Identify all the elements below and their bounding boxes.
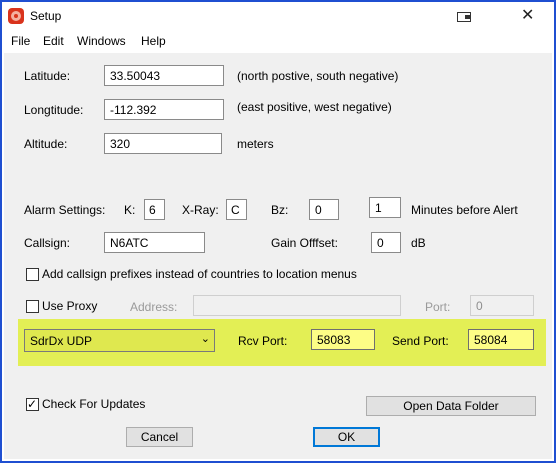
setup-window: Setup ✕ File Edit Windows Help Latitude:… bbox=[0, 0, 556, 463]
gain-offset-field[interactable]: 0 bbox=[371, 232, 401, 253]
open-data-folder-button[interactable]: Open Data Folder bbox=[366, 396, 536, 416]
menu-file[interactable]: File bbox=[11, 34, 30, 48]
alarm-settings-label: Alarm Settings: bbox=[24, 203, 106, 217]
menu-edit[interactable]: Edit bbox=[43, 34, 64, 48]
udp-mode-select[interactable]: SdrDx UDP ⌄ bbox=[24, 329, 215, 352]
gain-unit: dB bbox=[411, 236, 426, 250]
menu-bar: File Edit Windows Help bbox=[2, 31, 554, 51]
menu-windows[interactable]: Windows bbox=[77, 34, 126, 48]
xray-field[interactable]: C bbox=[226, 199, 247, 220]
latitude-label: Latitude: bbox=[24, 69, 71, 83]
rcv-port-field[interactable]: 58083 bbox=[311, 329, 375, 350]
altitude-label: Altitude: bbox=[24, 137, 68, 151]
check-updates-label[interactable]: Check For Updates bbox=[42, 397, 145, 411]
address-field[interactable] bbox=[193, 295, 401, 316]
altitude-unit: meters bbox=[237, 137, 274, 151]
minutes-field[interactable]: 1 bbox=[369, 197, 401, 218]
gain-offset-label: Gain Offfset: bbox=[271, 236, 338, 250]
latitude-field[interactable]: 33.50043 bbox=[104, 65, 224, 86]
restore-icon[interactable] bbox=[457, 12, 471, 22]
menu-help[interactable]: Help bbox=[141, 34, 166, 48]
longitude-field[interactable]: -112.392 bbox=[104, 99, 224, 120]
send-port-label: Send Port: bbox=[392, 334, 449, 348]
app-icon bbox=[8, 8, 24, 24]
chevron-down-icon: ⌄ bbox=[200, 333, 210, 345]
rcv-port-label: Rcv Port: bbox=[238, 334, 288, 348]
checkmark-icon: ✓ bbox=[27, 397, 38, 411]
ok-button[interactable]: OK bbox=[313, 427, 380, 447]
udp-mode-value: SdrDx UDP bbox=[30, 334, 93, 348]
address-label: Address: bbox=[130, 300, 178, 314]
use-proxy-label[interactable]: Use Proxy bbox=[42, 299, 97, 313]
callsign-label: Callsign: bbox=[24, 236, 71, 250]
use-proxy-checkbox[interactable] bbox=[26, 300, 39, 313]
altitude-field[interactable]: 320 bbox=[104, 133, 222, 154]
send-port-field[interactable]: 58084 bbox=[468, 329, 534, 350]
window-title: Setup bbox=[30, 9, 62, 23]
latitude-note: (north postive, south negative) bbox=[237, 69, 399, 83]
longitude-note: (east positive, west negative) bbox=[237, 100, 392, 114]
port-label: Port: bbox=[425, 300, 451, 314]
cancel-button[interactable]: Cancel bbox=[126, 427, 193, 447]
prefix-checkbox[interactable] bbox=[26, 268, 39, 281]
bz-label: Bz: bbox=[271, 203, 289, 217]
close-icon[interactable]: ✕ bbox=[521, 6, 534, 26]
title-bar[interactable]: Setup ✕ bbox=[2, 2, 554, 30]
check-updates-checkbox[interactable]: ✓ bbox=[26, 397, 39, 411]
callsign-field[interactable]: N6ATC bbox=[104, 232, 205, 253]
bz-field[interactable]: 0 bbox=[309, 199, 339, 220]
minutes-label: Minutes before Alert bbox=[411, 203, 518, 217]
proxy-port-field[interactable]: 0 bbox=[470, 295, 534, 316]
xray-label: X-Ray: bbox=[182, 203, 219, 217]
longitude-label: Longtitude: bbox=[24, 103, 84, 117]
prefix-checkbox-label[interactable]: Add callsign prefixes instead of countri… bbox=[42, 267, 357, 281]
k-field[interactable]: 6 bbox=[144, 199, 165, 220]
k-label: K: bbox=[124, 203, 136, 217]
